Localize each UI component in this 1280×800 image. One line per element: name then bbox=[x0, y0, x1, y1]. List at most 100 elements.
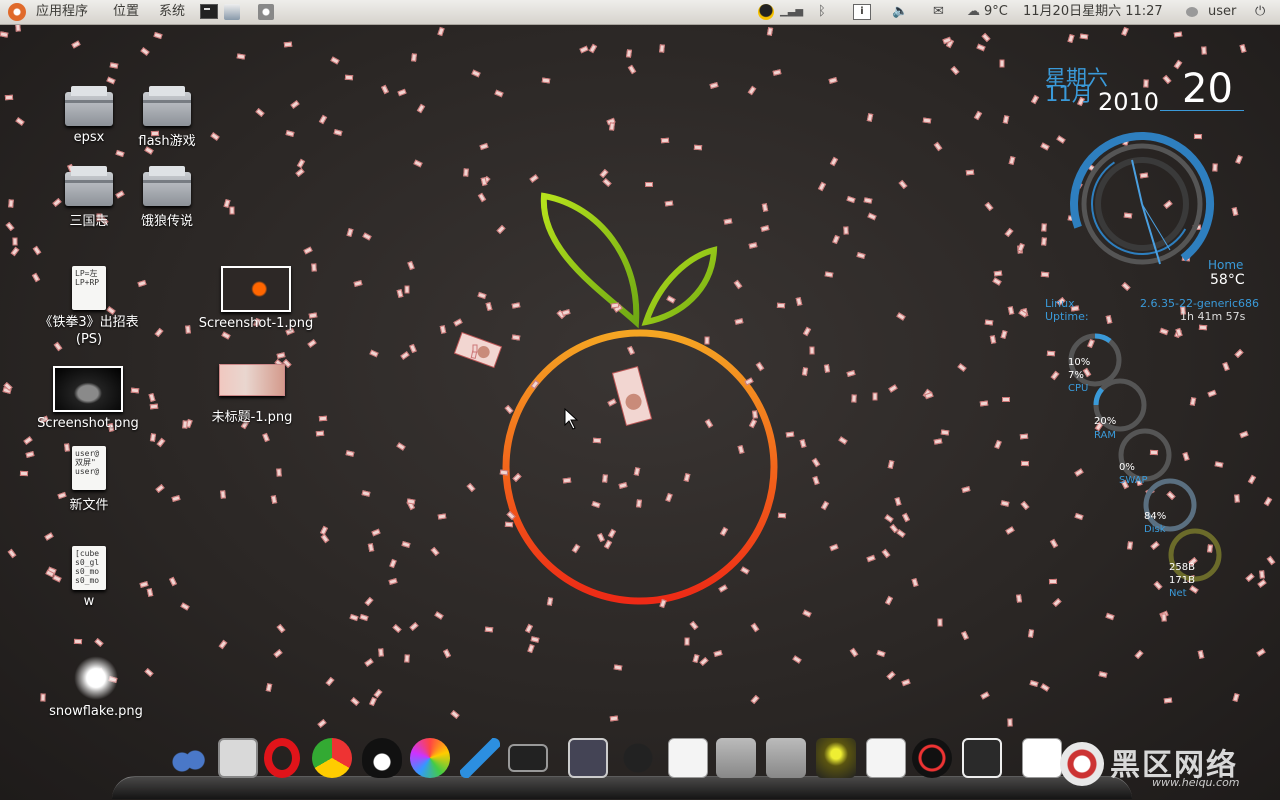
confetti-bill bbox=[530, 636, 540, 643]
confetti-bill bbox=[1231, 207, 1239, 216]
confetti-bill bbox=[922, 117, 932, 124]
image-icon[interactable] bbox=[816, 738, 856, 778]
opera-icon[interactable] bbox=[264, 738, 300, 778]
confetti-bill bbox=[437, 26, 445, 37]
desktop-icon-tekken3-moves[interactable]: LP=左 LP+RP 《铁拳3》出招表 (PS) bbox=[34, 266, 144, 348]
confetti-bill bbox=[824, 271, 834, 278]
confetti-bill bbox=[627, 345, 635, 356]
gnome-foot-icon[interactable] bbox=[618, 738, 658, 778]
terminal-launcher-icon[interactable] bbox=[200, 4, 218, 19]
power-icon[interactable]: ⏻ bbox=[1255, 0, 1265, 24]
confetti-bill bbox=[1098, 671, 1108, 678]
trash-icon[interactable] bbox=[962, 738, 1002, 778]
net-value-2: 171B bbox=[1169, 575, 1195, 586]
confetti-bill bbox=[884, 514, 894, 523]
confetti-bill bbox=[973, 110, 983, 121]
confetti-bill bbox=[802, 326, 812, 337]
menu-doc-icon[interactable] bbox=[668, 738, 708, 778]
confetti-bill bbox=[1256, 648, 1266, 657]
confetti-bill bbox=[901, 678, 911, 687]
confetti-bill bbox=[950, 65, 960, 76]
desktop-icon-epsx[interactable]: epsx bbox=[44, 86, 134, 145]
confetti-bill bbox=[980, 691, 990, 700]
clock[interactable]: 11月20日星期六 11:27 bbox=[1023, 0, 1163, 24]
speedometer-icon[interactable] bbox=[912, 738, 952, 778]
feather-icon[interactable] bbox=[460, 738, 500, 778]
disk-label: Disk bbox=[1144, 524, 1166, 535]
finder-icon[interactable] bbox=[168, 738, 208, 778]
confetti-bill bbox=[409, 343, 417, 354]
confetti-bill bbox=[325, 676, 335, 687]
app-launcher-icon[interactable] bbox=[258, 4, 274, 20]
bluetooth-icon[interactable]: ᛒ bbox=[818, 0, 826, 24]
confetti-bill bbox=[371, 528, 381, 537]
menu-places[interactable]: 位置 bbox=[113, 0, 139, 24]
confetti-bill bbox=[866, 113, 874, 122]
confetti-bill bbox=[1015, 594, 1023, 603]
confetti-bill bbox=[1008, 156, 1016, 165]
confetti-bill bbox=[265, 683, 273, 692]
watermark-url: www.heiqu.com bbox=[1152, 776, 1240, 789]
desktop-icon-screenshot-1[interactable]: Screenshot-1.png bbox=[196, 266, 316, 331]
ubuntu-logo-icon[interactable] bbox=[8, 3, 26, 21]
signal-icon[interactable]: ▁▃▅ bbox=[780, 0, 803, 24]
desktop-icon-screenshot[interactable]: Screenshot.png bbox=[28, 366, 148, 431]
confetti-bill bbox=[94, 637, 104, 648]
folder-icon[interactable] bbox=[716, 738, 756, 778]
desktop-icon-sanguozhi[interactable]: 三国志 bbox=[44, 166, 134, 229]
confetti-bill bbox=[171, 494, 181, 503]
mail-icon[interactable]: ✉ bbox=[933, 0, 944, 24]
confetti-bill bbox=[733, 279, 743, 290]
volume-icon[interactable]: 🔈 bbox=[892, 0, 908, 24]
confetti-bill bbox=[407, 260, 415, 271]
desktop-icon-snowflake[interactable]: snowflake.png bbox=[36, 656, 156, 719]
confetti-bill bbox=[1232, 692, 1240, 703]
qq-tray-icon[interactable] bbox=[758, 4, 774, 20]
screenshot-thumb-icon[interactable] bbox=[1022, 738, 1062, 778]
confetti-bill bbox=[992, 277, 1002, 286]
pinwheel-icon[interactable] bbox=[410, 738, 450, 778]
temperature-label: Home bbox=[1208, 258, 1244, 272]
confetti-bill bbox=[609, 715, 619, 722]
confetti-bill bbox=[303, 246, 313, 255]
screen-icon[interactable] bbox=[508, 744, 548, 772]
weather-temperature[interactable]: 9°C bbox=[984, 0, 1008, 24]
confetti-bill bbox=[911, 577, 919, 588]
confetti-bill bbox=[450, 710, 460, 719]
desktop-icon-untitled-1[interactable]: 未标题-1.png bbox=[192, 362, 312, 425]
top-panel: 应用程序 位置 系统 ▁▃▅ ᛒ i 🔈 ✉ ☁ 9°C 11月20日星期六 1… bbox=[0, 0, 1280, 25]
info-icon[interactable]: i bbox=[853, 4, 871, 20]
confetti-bill bbox=[182, 420, 188, 429]
confetti-bill bbox=[106, 76, 116, 85]
calculator-icon[interactable] bbox=[218, 738, 258, 778]
confetti-bill bbox=[602, 177, 612, 188]
desktop-icon-new-file[interactable]: user@ 双屏" user@ 新文件 bbox=[44, 446, 134, 513]
text-editor-icon[interactable] bbox=[866, 738, 906, 778]
dock-shelf bbox=[112, 776, 1132, 799]
confetti-bill bbox=[924, 391, 934, 400]
confetti-bill bbox=[524, 623, 534, 634]
confetti-bill bbox=[295, 168, 305, 177]
calendar-year: 2010 bbox=[1098, 88, 1160, 116]
confetti-bill bbox=[333, 129, 343, 136]
confetti-bill bbox=[965, 169, 975, 176]
browser-launcher-icon[interactable] bbox=[224, 4, 240, 20]
window-icon[interactable] bbox=[568, 738, 608, 778]
confetti-bill bbox=[7, 548, 17, 559]
confetti-bill bbox=[660, 137, 670, 144]
confetti-bill bbox=[529, 174, 539, 183]
user-menu[interactable]: user bbox=[1208, 0, 1236, 24]
desktop-icon-flash-games[interactable]: flash游戏 bbox=[122, 86, 212, 149]
desktop-icon-w[interactable]: [cube s0_gl s0_mo s0_mo w bbox=[44, 546, 134, 609]
download-folder-icon[interactable] bbox=[766, 738, 806, 778]
confetti-bill bbox=[867, 212, 877, 221]
disk-value: 84% bbox=[1144, 511, 1167, 522]
confetti-bill bbox=[876, 649, 886, 658]
chrome-icon[interactable] bbox=[312, 738, 352, 778]
menu-applications[interactable]: 应用程序 bbox=[36, 0, 88, 24]
menu-system[interactable]: 系统 bbox=[159, 0, 185, 24]
confetti-bill bbox=[1040, 683, 1050, 692]
desktop-icon-fatal-fury[interactable]: 饿狼传说 bbox=[122, 166, 212, 229]
confetti-bill bbox=[993, 270, 1003, 277]
qq-icon[interactable] bbox=[362, 738, 402, 778]
